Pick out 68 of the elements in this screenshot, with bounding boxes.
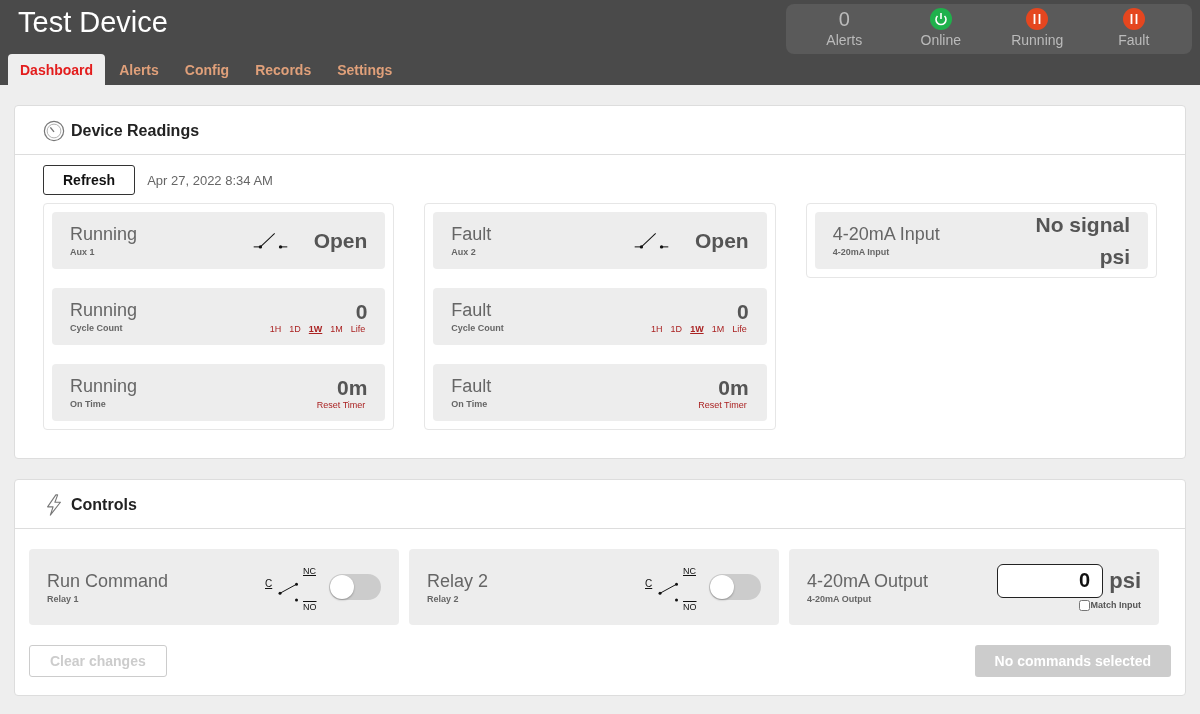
period-link[interactable]: Life [730, 323, 749, 334]
card-title: Relay 2 [427, 570, 489, 592]
card-subtitle: On Time [70, 399, 107, 409]
card-title: Run Command [47, 570, 169, 592]
card-subtitle: Cycle Count [451, 323, 504, 333]
card-title: Running [70, 376, 138, 397]
card-title: Fault [451, 224, 492, 245]
period-link[interactable]: 1D [287, 323, 303, 334]
timestamp: Apr 27, 2022 8:34 AM [147, 172, 273, 188]
refresh-button[interactable]: Refresh [43, 165, 136, 195]
cycle-count: 0 [736, 299, 749, 324]
status-label: Fault [1118, 32, 1150, 48]
period-link[interactable]: 1D [668, 323, 685, 334]
panel-title: Controls [71, 496, 137, 514]
gauge-icon [43, 120, 65, 142]
checkbox-label: Match Input [1090, 600, 1141, 610]
period-link[interactable]: Life [348, 323, 368, 334]
alerts-count: 0 [838, 8, 850, 30]
on-time: 0m [718, 375, 749, 400]
period-link[interactable]: 1H [267, 323, 284, 334]
unit-label: psi [1099, 243, 1130, 270]
switch-state: Open [695, 228, 749, 253]
toggle-switch[interactable] [709, 574, 761, 600]
terminal-label: NC [303, 566, 316, 576]
period-link[interactable]: 1H [649, 323, 665, 334]
period-link[interactable]: 1W [688, 323, 706, 334]
card-subtitle: Aux 1 [70, 247, 96, 257]
toggle-switch[interactable] [329, 574, 381, 600]
card-title: Running [70, 300, 138, 321]
card-subtitle: On Time [451, 399, 489, 409]
period-link[interactable]: 1M [709, 323, 727, 334]
reset-timer-link[interactable]: Reset Timer [314, 399, 368, 410]
period-link[interactable]: 1W [306, 323, 325, 334]
card-subtitle: 4-20mA Output [807, 593, 873, 604]
card-subtitle: Cycle Count [70, 323, 124, 333]
card-title: Fault [451, 300, 493, 321]
terminal-label: C [645, 578, 653, 589]
card-subtitle: Aux 2 [451, 247, 477, 257]
unit-label: psi [1109, 567, 1141, 594]
nav-tab[interactable]: Alerts [107, 54, 171, 87]
reset-timer-link[interactable]: Reset Timer [696, 399, 749, 410]
switch-state: Open [313, 228, 368, 253]
match-checkbox[interactable] [1078, 599, 1090, 611]
nav-tab[interactable]: Dashboard [8, 54, 106, 87]
card-subtitle: Relay 1 [47, 593, 80, 604]
terminal-label: NC [683, 566, 696, 576]
nav-tab[interactable]: Settings [325, 54, 405, 87]
card-title: Fault [451, 376, 492, 397]
panel-title: Device Readings [71, 122, 200, 140]
status-label: Online [920, 32, 961, 48]
nav-tab[interactable]: Config [172, 54, 242, 87]
on-time: 0m [336, 375, 368, 400]
card-subtitle: Relay 2 [427, 593, 460, 604]
card-title: Running [70, 224, 138, 245]
cycle-count: 0 [355, 299, 368, 324]
card-title: 4-20mA Output [807, 570, 929, 592]
output-input[interactable]: 0 [997, 563, 1104, 598]
status-label: Running [1011, 32, 1064, 48]
device-title: Test Device [18, 6, 168, 39]
terminal-label: C [265, 578, 273, 589]
card-subtitle: 4-20mA Input [832, 247, 891, 257]
terminal-label: NO [303, 602, 317, 612]
nav-tab[interactable]: Records [243, 54, 324, 87]
status-label: Alerts [826, 32, 863, 48]
terminal-label: NO [683, 602, 697, 612]
card-title: 4-20mA Input [832, 224, 940, 245]
input-value: No signal [1035, 211, 1130, 238]
period-link[interactable]: 1M [328, 323, 345, 334]
